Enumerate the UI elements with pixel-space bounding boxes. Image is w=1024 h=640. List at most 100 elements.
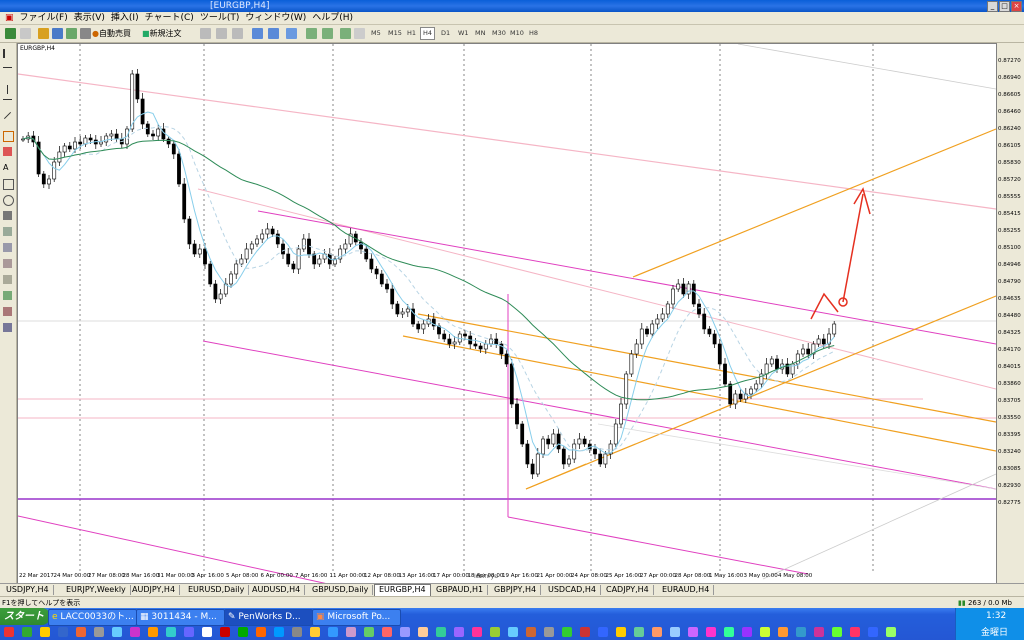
horizontal-line-icon[interactable] bbox=[3, 99, 12, 100]
chart-tab[interactable]: GBPUSD,Daily bbox=[308, 585, 374, 595]
quick-launch-icon[interactable] bbox=[292, 627, 302, 637]
menu-help[interactable]: ヘルプ(H) bbox=[309, 13, 356, 24]
quick-launch-icon[interactable] bbox=[850, 627, 860, 637]
chart-tab[interactable]: CADJPY,H4 bbox=[602, 585, 654, 595]
chart-tab[interactable]: GBPAUD,H1 bbox=[432, 585, 489, 595]
quick-launch-icon[interactable] bbox=[310, 627, 320, 637]
ellipse-icon[interactable] bbox=[3, 195, 14, 206]
market-watch-icon[interactable] bbox=[38, 28, 49, 39]
price-label-icon[interactable] bbox=[3, 323, 12, 332]
indicators-icon[interactable] bbox=[340, 28, 351, 39]
quick-launch-icon[interactable] bbox=[742, 627, 752, 637]
start-button[interactable]: スタート bbox=[0, 608, 50, 625]
menu-file[interactable]: ファイル(F) bbox=[17, 13, 71, 24]
quick-launch-icon[interactable] bbox=[526, 627, 536, 637]
chart-tab[interactable]: EURAUD,H4 bbox=[658, 585, 715, 595]
tf-h4[interactable]: H4 bbox=[420, 27, 436, 40]
tf-m5[interactable]: M5 bbox=[369, 28, 383, 39]
quick-launch-icon[interactable] bbox=[418, 627, 428, 637]
quick-launch-icon[interactable] bbox=[688, 627, 698, 637]
app-icon[interactable]: ▣ bbox=[2, 13, 17, 24]
pitchfork-icon[interactable] bbox=[3, 243, 12, 252]
quick-launch-icon[interactable] bbox=[238, 627, 248, 637]
quick-launch-icon[interactable] bbox=[616, 627, 626, 637]
profiles-icon[interactable] bbox=[20, 28, 31, 39]
autoscroll-icon[interactable] bbox=[306, 28, 317, 39]
quick-launch-icon[interactable] bbox=[166, 627, 176, 637]
terminal-icon[interactable] bbox=[80, 28, 91, 39]
chart-tab[interactable]: USDJPY,H4 bbox=[2, 585, 54, 595]
new-chart-icon[interactable] bbox=[5, 28, 16, 39]
new-order-button[interactable]: ■新規注文 bbox=[142, 27, 182, 40]
label-icon[interactable] bbox=[3, 275, 12, 284]
quick-launch-icon[interactable] bbox=[148, 627, 158, 637]
thumbs-up-icon[interactable] bbox=[3, 291, 12, 300]
channel-icon[interactable] bbox=[3, 131, 14, 142]
tf-m30[interactable]: M30 bbox=[490, 28, 508, 39]
bar-chart-icon[interactable] bbox=[200, 28, 211, 39]
auto-trade-button[interactable]: ●自動売買 bbox=[92, 27, 131, 40]
tf-m15[interactable]: M15 bbox=[386, 28, 404, 39]
chart-tab[interactable]: GBPJPY,H4 bbox=[490, 585, 542, 595]
quick-launch-icon[interactable] bbox=[436, 627, 446, 637]
quick-launch-icon[interactable] bbox=[202, 627, 212, 637]
tf-d1[interactable]: D1 bbox=[439, 28, 452, 39]
quick-launch-icon[interactable] bbox=[508, 627, 518, 637]
maximize-button[interactable]: □ bbox=[999, 1, 1010, 12]
quick-launch-icon[interactable] bbox=[490, 627, 500, 637]
zoom-out-icon[interactable] bbox=[268, 28, 279, 39]
chart-shift-icon[interactable] bbox=[322, 28, 333, 39]
thumbs-down-icon[interactable] bbox=[3, 307, 12, 316]
line-chart-icon[interactable] bbox=[232, 28, 243, 39]
quick-launch-icon[interactable] bbox=[40, 627, 50, 637]
arrow-icon[interactable] bbox=[3, 211, 12, 220]
tile-windows-icon[interactable] bbox=[286, 28, 297, 39]
cycle-lines-icon[interactable] bbox=[3, 259, 12, 268]
quick-launch-icon[interactable] bbox=[58, 627, 68, 637]
quick-launch-icon[interactable] bbox=[220, 627, 230, 637]
quick-launch-icon[interactable] bbox=[778, 627, 788, 637]
task-penworks[interactable]: ✎ PenWorks D... bbox=[224, 609, 313, 626]
quick-launch-icon[interactable] bbox=[760, 627, 770, 637]
cursor-icon[interactable] bbox=[3, 49, 14, 58]
quick-launch-icon[interactable] bbox=[832, 627, 842, 637]
quick-launch-icon[interactable] bbox=[76, 627, 86, 637]
chart-tab[interactable]: AUDJPY,H4 bbox=[128, 585, 181, 595]
chart-tab[interactable]: EURUSD,Daily bbox=[184, 585, 250, 595]
navigator-icon[interactable] bbox=[66, 28, 77, 39]
quick-launch-icon[interactable] bbox=[796, 627, 806, 637]
text-icon[interactable]: A bbox=[3, 163, 12, 172]
quick-launch-icon[interactable] bbox=[364, 627, 374, 637]
quick-launch-icon[interactable] bbox=[4, 627, 14, 637]
candlestick-icon[interactable] bbox=[216, 28, 227, 39]
tf-h1[interactable]: H1 bbox=[405, 28, 418, 39]
quick-launch-icon[interactable] bbox=[814, 627, 824, 637]
data-window-icon[interactable] bbox=[52, 28, 63, 39]
menu-chart[interactable]: チャート(C) bbox=[142, 13, 197, 24]
quick-launch-icon[interactable] bbox=[544, 627, 554, 637]
tf-h8[interactable]: H8 bbox=[527, 28, 540, 39]
tf-w1[interactable]: W1 bbox=[456, 28, 471, 39]
quick-launch-icon[interactable] bbox=[346, 627, 356, 637]
quick-launch-icon[interactable] bbox=[382, 627, 392, 637]
trendline-icon[interactable] bbox=[3, 111, 12, 120]
chart-area[interactable] bbox=[17, 43, 997, 585]
chart-tab[interactable]: AUDUSD,H4 bbox=[248, 585, 306, 595]
chart-tab[interactable]: EURJPY,Weekly bbox=[62, 585, 131, 595]
quick-launch-icon[interactable] bbox=[886, 627, 896, 637]
menu-insert[interactable]: 挿入(I) bbox=[108, 13, 142, 24]
menu-view[interactable]: 表示(V) bbox=[71, 13, 108, 24]
gann-icon[interactable] bbox=[3, 227, 12, 236]
templates-icon[interactable] bbox=[354, 28, 365, 39]
task-mt4[interactable]: ▦ 3011434 - M... bbox=[136, 609, 225, 626]
vertical-line-icon[interactable] bbox=[7, 85, 17, 94]
minimize-button[interactable]: _ bbox=[987, 1, 998, 12]
quick-launch-icon[interactable] bbox=[580, 627, 590, 637]
chart-tab[interactable]: USDCAD,H4 bbox=[544, 585, 601, 595]
quick-launch-icon[interactable] bbox=[256, 627, 266, 637]
quick-launch-icon[interactable] bbox=[652, 627, 662, 637]
tf-mn[interactable]: MN bbox=[473, 28, 487, 39]
quick-launch-icon[interactable] bbox=[634, 627, 644, 637]
tf-m10[interactable]: M10 bbox=[508, 28, 526, 39]
quick-launch-icon[interactable] bbox=[598, 627, 608, 637]
